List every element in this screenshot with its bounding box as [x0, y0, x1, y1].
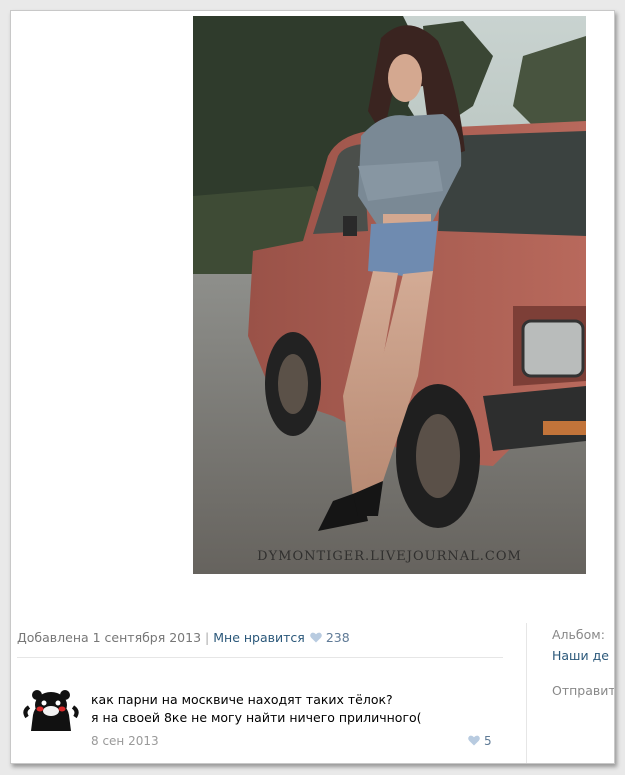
comment-line-2: я на своей 8ке не могу найти ничего прил…: [91, 710, 422, 725]
album-link[interactable]: Наши де: [552, 648, 609, 663]
meta-separator: |: [205, 630, 210, 645]
comment-avatar[interactable]: [23, 687, 79, 731]
photo-image: [193, 16, 586, 574]
photo-viewer: DYMONTIGER.LIVEJOURNAL.COM Добавлена 1 с…: [10, 10, 615, 764]
main-photo[interactable]: DYMONTIGER.LIVEJOURNAL.COM: [193, 16, 586, 574]
comment-text: как парни на москвиче находят таких тёло…: [91, 691, 422, 727]
meta-divider: [17, 657, 503, 658]
comment-like-button[interactable]: 5: [468, 734, 492, 749]
heart-icon[interactable]: [310, 631, 322, 646]
heart-icon[interactable]: [468, 735, 480, 749]
photo-watermark: DYMONTIGER.LIVEJOURNAL.COM: [257, 549, 522, 564]
sender-label: Отправит: [552, 683, 615, 698]
comment-line-1: как парни на москвиче находят таких тёло…: [91, 692, 393, 707]
comment-like-count: 5: [484, 734, 492, 748]
like-button[interactable]: Мне нравится: [213, 630, 305, 645]
like-count[interactable]: 238: [326, 630, 350, 645]
added-date: Добавлена 1 сентября 2013: [17, 630, 202, 645]
album-label: Альбом:: [552, 627, 605, 642]
sidebar-divider: [526, 623, 527, 763]
comment-date[interactable]: 8 сен 2013: [91, 734, 159, 748]
photo-meta: Добавлена 1 сентября 2013 | Мне нравится 23…: [17, 630, 350, 646]
